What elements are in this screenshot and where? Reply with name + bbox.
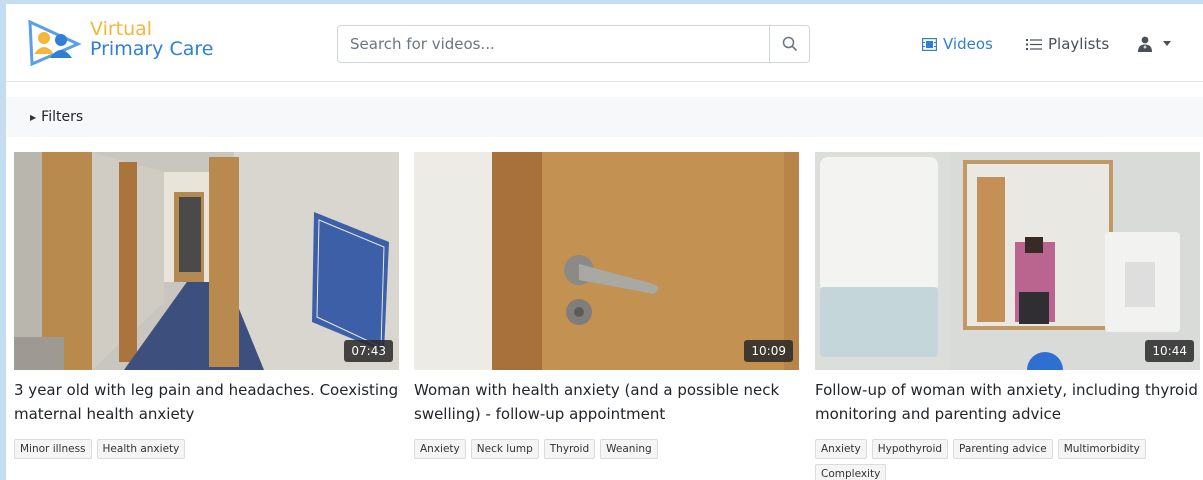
- filters-toggle[interactable]: ▶ Filters: [6, 97, 1203, 137]
- video-thumbnail[interactable]: 10:44: [815, 152, 1200, 370]
- video-card[interactable]: 07:43 3 year old with leg pain and heada…: [14, 152, 399, 459]
- tag[interactable]: Health anxiety: [96, 439, 186, 459]
- video-title[interactable]: 3 year old with leg pain and headaches. …: [14, 378, 399, 426]
- video-card[interactable]: 10:09 Woman with health anxiety (and a p…: [414, 152, 799, 459]
- tag[interactable]: Neck lump: [470, 439, 539, 459]
- video-title[interactable]: Follow-up of woman with anxiety, includi…: [815, 378, 1200, 426]
- tag[interactable]: Weaning: [600, 439, 658, 459]
- list-icon: [1026, 38, 1042, 50]
- nav-playlists[interactable]: Playlists: [1026, 33, 1109, 55]
- top-navbar: Virtual Primary Care Videos: [6, 4, 1203, 82]
- film-icon: [922, 37, 937, 51]
- search-input[interactable]: [338, 26, 770, 62]
- video-title[interactable]: Woman with health anxiety (and a possibl…: [414, 378, 799, 426]
- logo-text-line1: Virtual: [90, 18, 153, 40]
- video-duration: 10:09: [744, 340, 793, 362]
- tag[interactable]: Anxiety: [815, 439, 867, 459]
- consulting-room-thumbnail-image: [815, 152, 1200, 370]
- video-thumbnail[interactable]: 07:43: [14, 152, 399, 370]
- tag[interactable]: Parenting advice: [953, 439, 1053, 459]
- page: Virtual Primary Care Videos: [6, 4, 1203, 480]
- site-logo[interactable]: Virtual Primary Care: [28, 16, 228, 70]
- tag[interactable]: Complexity: [815, 464, 887, 480]
- video-card[interactable]: 10:44 Follow-up of woman with anxiety, i…: [815, 152, 1200, 480]
- tag[interactable]: Multimorbidity: [1057, 439, 1146, 459]
- user-menu-toggle[interactable]: [1137, 33, 1177, 55]
- logo-text-line2: Primary Care: [90, 38, 214, 60]
- caret-down-icon: [1163, 41, 1171, 46]
- user-md-icon: [1138, 36, 1152, 52]
- search-button[interactable]: [769, 26, 809, 62]
- tag[interactable]: Thyroid: [543, 439, 596, 459]
- filters-label: Filters: [41, 109, 84, 125]
- video-duration: 10:44: [1145, 340, 1194, 362]
- tag-list: Minor illness Health anxiety: [14, 439, 399, 459]
- search-box: [337, 25, 810, 63]
- corridor-thumbnail-image: [14, 152, 399, 370]
- nav-playlists-label: Playlists: [1048, 35, 1110, 53]
- logo-icon: [28, 20, 82, 66]
- nav-videos[interactable]: Videos: [922, 33, 993, 55]
- search-icon: [782, 36, 797, 52]
- tag-list: Anxiety Hypothyroid Parenting advice Mul…: [815, 439, 1200, 480]
- tag[interactable]: Anxiety: [414, 439, 466, 459]
- nav-videos-label: Videos: [943, 35, 993, 53]
- tag[interactable]: Minor illness: [14, 439, 92, 459]
- video-thumbnail[interactable]: 10:09: [414, 152, 799, 370]
- caret-right-icon: ▶: [30, 112, 37, 122]
- tag-list: Anxiety Neck lump Thyroid Weaning: [414, 439, 799, 459]
- tag[interactable]: Hypothyroid: [871, 439, 949, 459]
- door-handle-thumbnail-image: [414, 152, 799, 370]
- video-duration: 07:43: [344, 340, 393, 362]
